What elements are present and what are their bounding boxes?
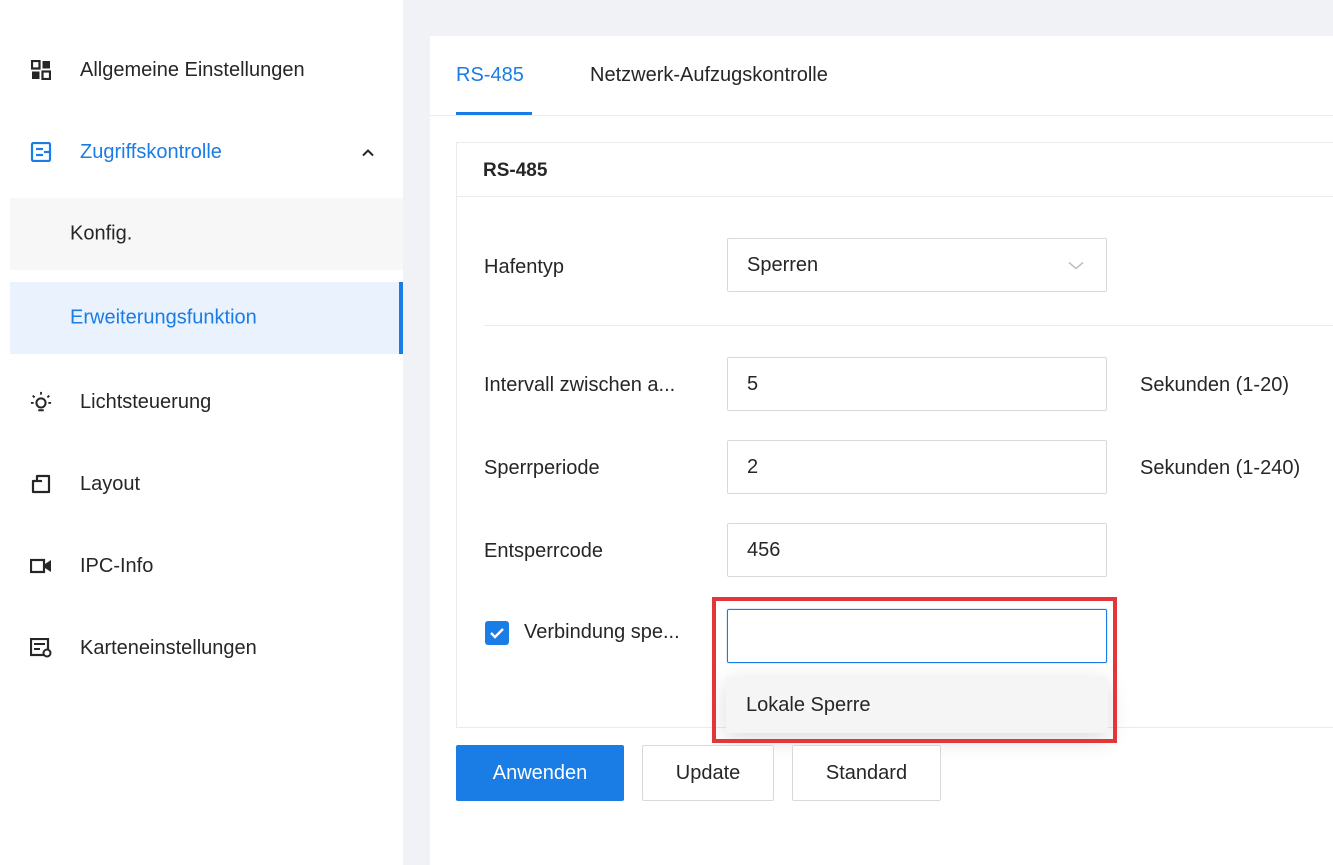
connection-lock-select[interactable] xyxy=(727,609,1107,663)
unlock-code-value: 456 xyxy=(747,538,781,561)
port-type-value: Sperren xyxy=(747,253,819,276)
default-button[interactable]: Standard xyxy=(792,745,941,801)
sidebar-item-access-control[interactable]: Zugriffskontrolle xyxy=(10,116,403,188)
camera-icon xyxy=(30,555,52,577)
layout-icon xyxy=(30,473,52,495)
interval-label: Intervall zwischen a... xyxy=(484,374,676,396)
tab-network-elevator-control[interactable]: Netzwerk-Aufzugskontrolle xyxy=(590,64,828,87)
sidebar-item-layout[interactable]: Layout xyxy=(10,448,403,520)
lock-period-unit: Sekunden (1-240) xyxy=(1140,457,1301,479)
sidebar-item-light-control[interactable]: Lichtsteuerung xyxy=(10,366,403,438)
sidebar-subitem-label: Erweiterungsfunktion xyxy=(70,306,257,329)
port-type-label: Hafentyp xyxy=(484,256,565,278)
lock-period-value: 2 xyxy=(747,455,759,478)
tab-bar: RS-485 Netzwerk-Aufzugskontrolle xyxy=(430,36,1333,116)
light-bulb-icon xyxy=(30,391,52,413)
connection-lock-dropdown: Lokale Sperre xyxy=(726,677,1108,733)
sidebar-item-label: Lichtsteuerung xyxy=(80,390,212,413)
interval-input[interactable]: 5 xyxy=(727,357,1107,411)
connection-lock-checkbox[interactable] xyxy=(485,621,509,645)
port-type-select[interactable]: Sperren xyxy=(727,238,1107,292)
sidebar-item-general-settings[interactable]: Allgemeine Einstellungen xyxy=(10,34,403,106)
door-access-icon xyxy=(30,141,52,163)
form-divider xyxy=(484,325,1333,326)
sidebar-item-label: Allgemeine Einstellungen xyxy=(80,58,305,81)
tab-rs485[interactable]: RS-485 xyxy=(456,64,524,87)
sidebar-subitem-config[interactable]: Konfig. xyxy=(10,198,403,270)
update-button[interactable]: Update xyxy=(642,745,774,801)
sidebar-item-label: Zugriffskontrolle xyxy=(80,140,222,163)
interval-unit: Sekunden (1-20) xyxy=(1140,374,1289,396)
rs485-card: RS-485 Hafentyp Sperren Intervall zwisch… xyxy=(456,142,1333,733)
checkmark-icon xyxy=(490,628,504,639)
unlock-code-input[interactable]: 456 xyxy=(727,523,1107,577)
sidebar-item-card-settings[interactable]: Karteneinstellungen xyxy=(10,612,403,684)
card-title: RS-485 xyxy=(483,160,548,181)
unlock-code-label: Entsperrcode xyxy=(484,540,603,562)
sidebar-subitem-label: Konfig. xyxy=(70,222,133,245)
lock-period-label: Sperrperiode xyxy=(484,457,600,479)
chevron-down-icon xyxy=(1068,254,1084,277)
sidebar-item-ipc-info[interactable]: IPC-Info xyxy=(10,530,403,602)
sidebar-item-label: IPC-Info xyxy=(80,554,154,577)
tab-active-indicator xyxy=(456,112,532,115)
dropdown-option-local-lock[interactable]: Lokale Sperre xyxy=(726,677,1108,733)
sidebar-subitem-extension-function[interactable]: Erweiterungsfunktion xyxy=(10,282,403,354)
main-area: RS-485 Netzwerk-Aufzugskontrolle RS-485 … xyxy=(403,0,1333,865)
interval-value: 5 xyxy=(747,372,759,395)
settings-panel: RS-485 Netzwerk-Aufzugskontrolle RS-485 … xyxy=(430,36,1333,865)
connection-lock-label: Verbindung spe... xyxy=(524,621,680,643)
chevron-up-icon[interactable] xyxy=(361,141,375,164)
card-header: RS-485 xyxy=(457,143,1333,197)
lock-period-input[interactable]: 2 xyxy=(727,440,1107,494)
card-settings-icon xyxy=(30,637,52,659)
sidebar: Allgemeine Einstellungen Zugriffskontrol… xyxy=(0,0,403,865)
sidebar-item-label: Karteneinstellungen xyxy=(80,636,257,659)
grid-icon xyxy=(30,59,52,81)
apply-button[interactable]: Anwenden xyxy=(456,745,624,801)
sidebar-item-label: Layout xyxy=(80,472,141,495)
